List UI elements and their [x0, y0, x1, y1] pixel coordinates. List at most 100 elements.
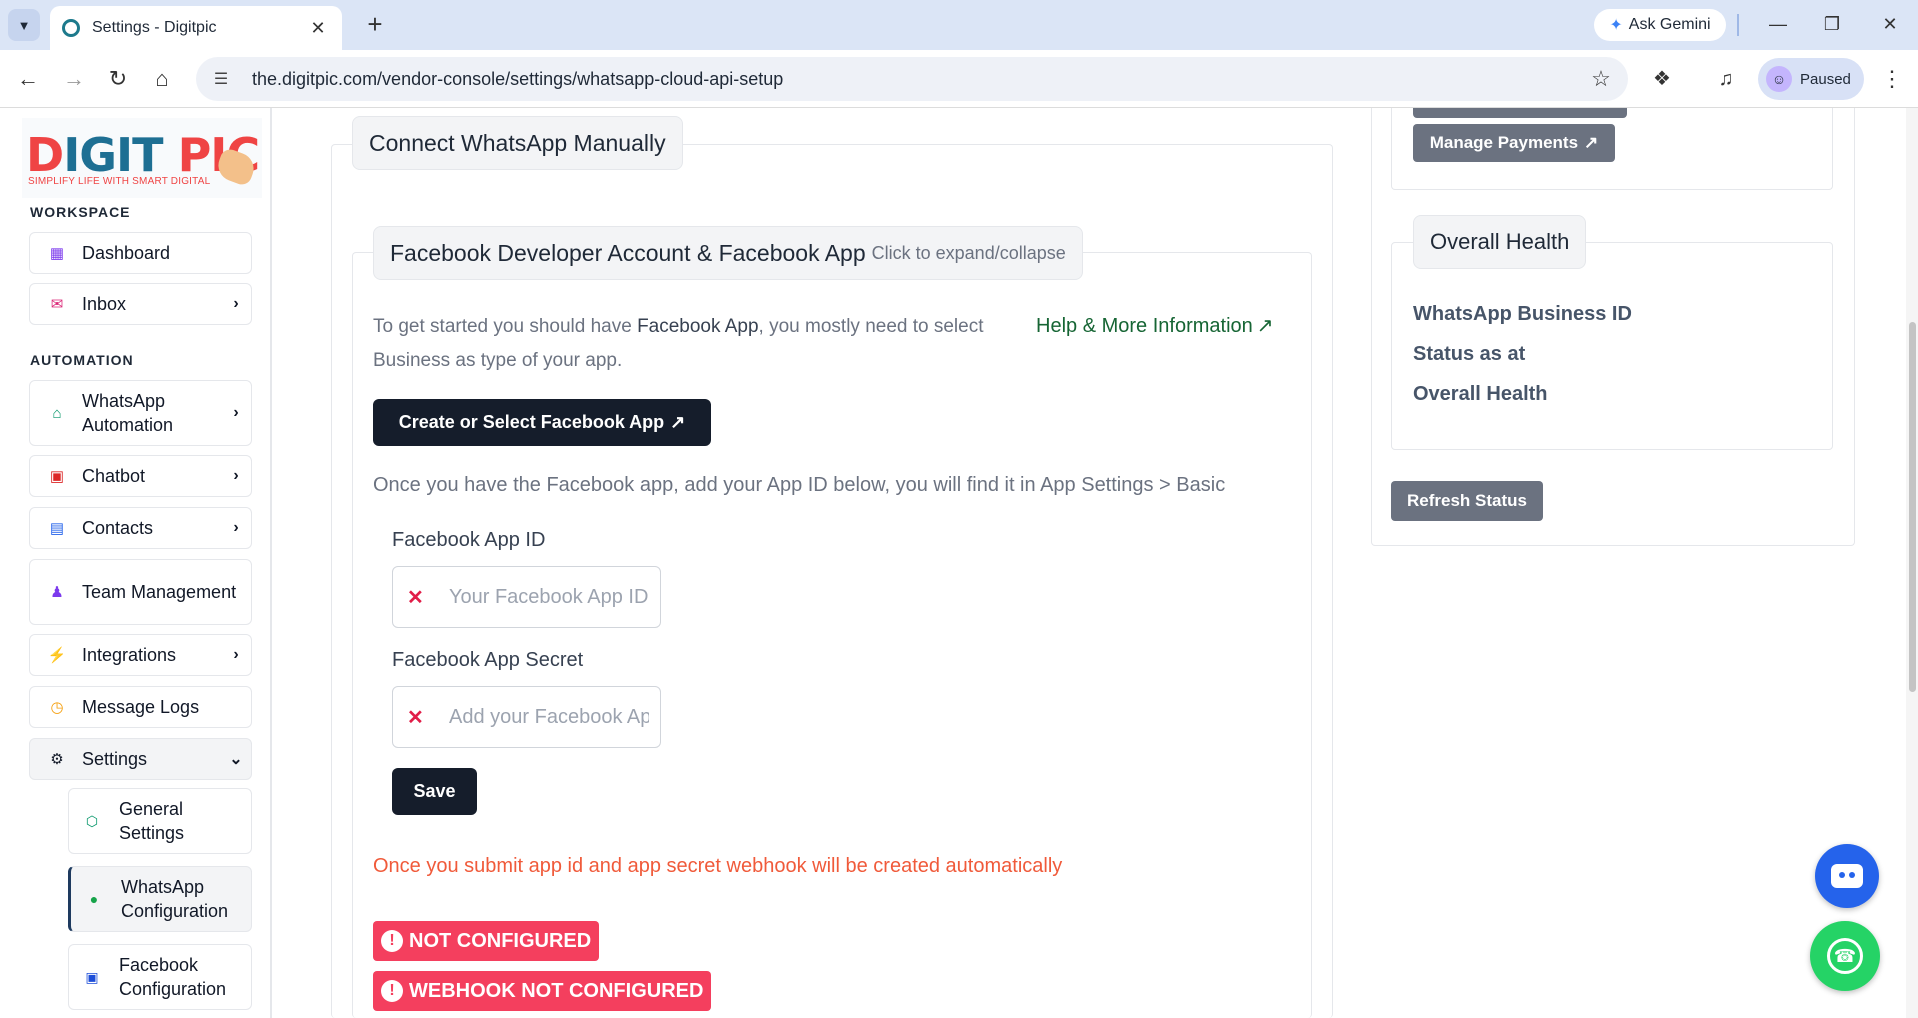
restore-window-icon[interactable]: ❐: [1812, 8, 1852, 40]
manage-payments-button[interactable]: Manage Payments ↗: [1413, 124, 1615, 162]
profile-button[interactable]: ☺ Paused: [1758, 58, 1864, 100]
bookmark-star-icon[interactable]: ☆: [1586, 66, 1616, 92]
chevron-right-icon: ›: [233, 404, 239, 421]
sidebar-item-message-logs[interactable]: ◷ Message Logs: [29, 686, 252, 728]
page-scrollbar-thumb[interactable]: [1909, 322, 1916, 692]
create-select-facebook-app-button[interactable]: Create or Select Facebook App ↗: [373, 399, 711, 446]
sidebar-subitem-label: WhatsApp Configuration: [121, 877, 229, 921]
new-tab-icon[interactable]: +: [360, 10, 390, 40]
close-window-icon[interactable]: ✕: [1870, 8, 1910, 40]
refresh-status-button[interactable]: Refresh Status: [1391, 481, 1543, 521]
omnibox[interactable]: ☰ the.digitpic.com/vendor-console/settin…: [196, 57, 1628, 101]
sidebar-item-dashboard[interactable]: ▦ Dashboard: [29, 232, 252, 274]
app-secret-field[interactable]: ✕: [392, 686, 661, 748]
close-tab-icon[interactable]: ✕: [306, 18, 330, 39]
back-arrow-icon[interactable]: ←: [12, 63, 44, 95]
chevron-right-icon: ›: [233, 295, 239, 312]
sidebar-item-integrations[interactable]: ⚡ Integrations ›: [29, 634, 252, 676]
webhook-warning-text: Once you submit app id and app secret we…: [373, 855, 1063, 877]
chevron-right-icon: ›: [233, 646, 239, 663]
plug-icon: ⚡: [47, 647, 67, 664]
sidebar-subitem-general-settings[interactable]: ⬡ General Settings: [68, 788, 252, 854]
sidebar-item-label: Message Logs: [82, 697, 200, 717]
whatsapp-icon: ●: [89, 891, 99, 907]
help-more-information-link[interactable]: Help & More Information ↗: [1036, 313, 1274, 338]
refresh-status-label: Refresh Status: [1407, 491, 1527, 510]
tab-search-chevron-icon[interactable]: ▼: [8, 9, 40, 41]
sidebar-item-settings[interactable]: ⚙ Settings ⌄: [29, 738, 252, 780]
extensions-puzzle-icon[interactable]: ❖: [1646, 63, 1678, 95]
app-id-input[interactable]: [449, 585, 649, 609]
facebook-icon: ▣: [85, 968, 99, 985]
sidebar-item-label: Team Management: [82, 582, 237, 602]
sidebar-item-whatsapp-automation[interactable]: ⌂ WhatsApp Automation ›: [29, 380, 252, 446]
badge-label: WEBHOOK NOT CONFIGURED: [409, 979, 704, 1002]
robot-icon: [1831, 864, 1863, 888]
sidebar-item-team-management[interactable]: ♟ Team Management: [29, 559, 252, 625]
sidebar-subitem-label: Facebook Configuration: [119, 955, 227, 999]
ask-gemini-button[interactable]: ✦ Ask Gemini: [1594, 9, 1726, 41]
overall-health-label: Overall Health: [1413, 383, 1548, 405]
sidebar-item-label: Inbox: [82, 294, 127, 314]
sidebar-item-chatbot[interactable]: ▣ Chatbot ›: [29, 455, 252, 497]
toolbar-divider: [1737, 14, 1739, 36]
browser-menu-icon[interactable]: ⋮: [1876, 63, 1908, 95]
overall-health-title: Overall Health: [1430, 229, 1570, 254]
sidebar-subitem-whatsapp-configuration[interactable]: ● WhatsApp Configuration: [68, 866, 252, 932]
expand-collapse-hint: Click to expand/collapse: [871, 242, 1066, 263]
exclamation-icon: !: [381, 980, 403, 1002]
app-id-field[interactable]: ✕: [392, 566, 661, 628]
save-button[interactable]: Save: [392, 768, 477, 815]
app-secret-label: Facebook App Secret: [392, 649, 584, 671]
create-app-button-label: Create or Select Facebook App: [398, 412, 665, 432]
reload-icon[interactable]: ↻: [102, 63, 134, 95]
section-title: Connect WhatsApp Manually: [352, 116, 683, 170]
fieldset-legend[interactable]: Facebook Developer Account & Facebook Ap…: [373, 226, 1083, 280]
intro-text: To get started you should have Facebook …: [373, 316, 984, 371]
overall-health-legend: Overall Health: [1413, 215, 1587, 269]
url-text[interactable]: the.digitpic.com/vendor-console/settings…: [252, 69, 1586, 90]
sidebar-subitem-label: General Settings: [119, 799, 185, 843]
dashboard-grid-icon: ▦: [49, 245, 65, 262]
digitpic-logo[interactable]: DIGIT PIC SIMPLIFY LIFE WITH SMART DIGIT…: [22, 118, 262, 198]
chatbot-bubble-icon: ▣: [49, 468, 65, 485]
exclamation-icon: !: [381, 930, 403, 952]
app-id-helper-text: Once you have the Facebook app, add your…: [373, 474, 1226, 496]
history-clock-icon: ◷: [50, 699, 64, 716]
external-link-icon: ↗: [1256, 315, 1274, 337]
sidebar-item-label: WhatsApp Automation: [82, 391, 174, 435]
digitpic-favicon-icon: [62, 19, 80, 37]
external-link-icon: ↗: [1584, 133, 1599, 152]
sidebar-item-label: Integrations: [82, 645, 177, 665]
logo-tagline: SIMPLIFY LIFE WITH SMART DIGITAL: [28, 176, 211, 187]
chatbot-fab-button[interactable]: [1815, 844, 1879, 908]
sidebar-item-label: Chatbot: [82, 466, 146, 486]
app-secret-input[interactable]: [449, 705, 649, 729]
home-icon[interactable]: ⌂: [146, 63, 178, 95]
forward-arrow-icon[interactable]: →: [58, 63, 90, 95]
profile-status: Paused: [1800, 70, 1851, 88]
gemini-sparkle-icon: ✦: [1609, 17, 1623, 34]
sidebar-item-contacts[interactable]: ▤ Contacts ›: [29, 507, 252, 549]
whatsapp-fab-button[interactable]: ☎: [1810, 921, 1880, 991]
tab-title: Settings - Digitpic: [92, 19, 217, 36]
invalid-x-icon: ✕: [407, 586, 424, 609]
sidebar-item-inbox[interactable]: ✉ Inbox ›: [29, 283, 252, 325]
browser-tab[interactable]: Settings - Digitpic ✕: [50, 6, 342, 50]
site-info-icon[interactable]: ☰: [208, 69, 234, 89]
sidebar-item-label: Contacts: [82, 518, 154, 538]
whatsapp-business-id-label: WhatsApp Business ID: [1413, 303, 1632, 325]
hidden-button-stub[interactable]: [1413, 108, 1627, 118]
badge-label: NOT CONFIGURED: [409, 929, 592, 952]
sidebar-subitem-facebook-configuration[interactable]: ▣ Facebook Configuration: [68, 944, 252, 1010]
media-queue-icon[interactable]: ♫: [1710, 63, 1742, 95]
sidebar-item-label: Dashboard: [82, 243, 171, 263]
section-title-text: Connect WhatsApp Manually: [369, 129, 666, 156]
whatsapp-phone-icon: ☎: [1827, 938, 1863, 974]
automation-section-title: AUTOMATION: [30, 352, 134, 368]
minimize-window-icon[interactable]: —: [1758, 8, 1798, 40]
browser-tab-bar: ▼ Settings - Digitpic ✕ + ✦ Ask Gemini —…: [0, 0, 1918, 50]
gear-icon: ⚙: [50, 751, 64, 768]
hexagon-settings-icon: ⬡: [85, 812, 99, 829]
chevron-right-icon: ›: [233, 467, 239, 484]
